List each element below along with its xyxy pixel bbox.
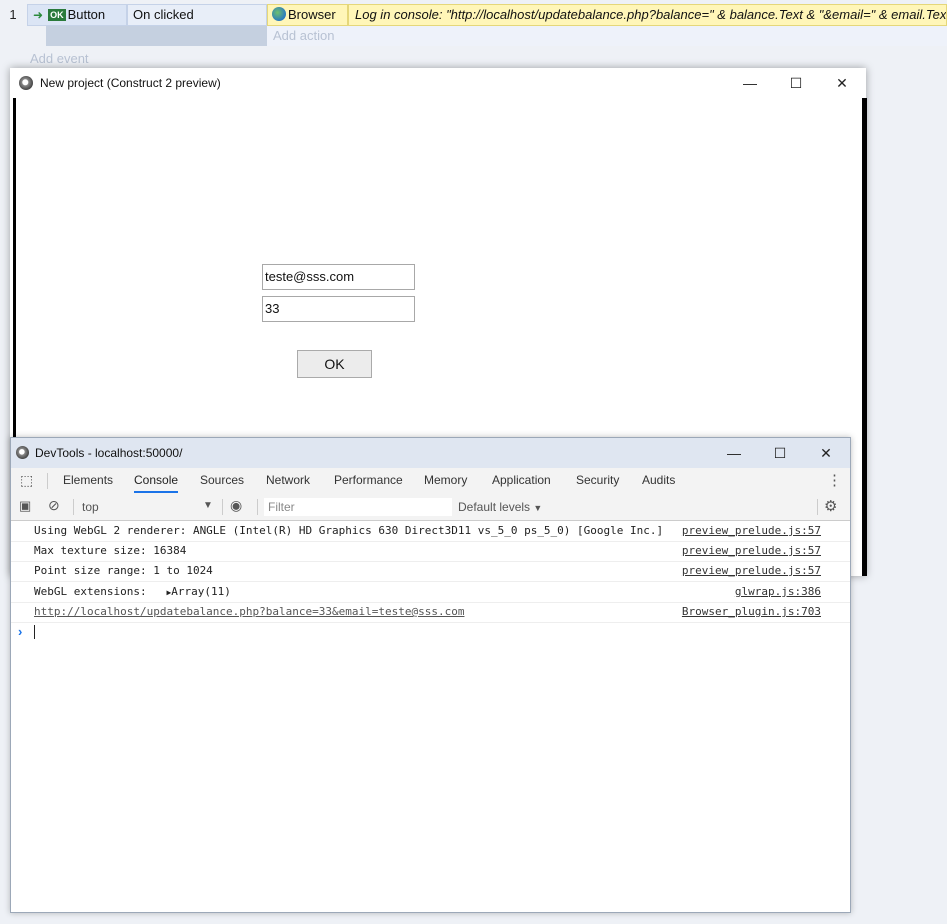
source-link[interactable]: preview_prelude.js:57 [682,561,821,581]
tab-application[interactable]: Application [492,473,551,487]
tab-network[interactable]: Network [266,473,310,487]
maximize-button[interactable]: ☐ [773,68,819,98]
tab-security[interactable]: Security [576,473,619,487]
tab-sources[interactable]: Sources [200,473,244,487]
console-row: Point size range: 1 to 1024 preview_prel… [11,561,850,582]
console-message: WebGL extensions: ▶Array(11) [34,581,231,604]
toolbar-divider [47,473,48,489]
construct-app-icon [19,76,33,90]
toolbar-divider [257,499,258,515]
inspect-element-icon[interactable]: ⬚ [20,472,33,489]
levels-dropdown[interactable]: Default levels ▼ [458,500,542,514]
tab-memory[interactable]: Memory [424,473,467,487]
devtools-maximize-button[interactable]: ☐ [757,438,803,468]
sidebar-toggle-icon[interactable]: ▣ [19,498,31,514]
ok-button[interactable]: OK [297,350,372,378]
more-options-icon[interactable]: ⋮ [827,471,842,489]
add-event-link[interactable]: Add event [30,51,89,66]
button-object-icon: OK [48,9,66,21]
context-dropdown-icon[interactable]: ▼ [203,500,213,511]
devtools-tab-bar: ⬚ Elements Console Sources Network Perfo… [11,468,850,495]
action-object-label: Browser [288,7,336,22]
console-message: Using WebGL 2 renderer: ANGLE (Intel(R) … [34,524,664,537]
toolbar-divider [73,499,74,515]
console-input-caret[interactable] [34,625,35,639]
close-button[interactable]: ✕ [819,68,865,98]
levels-dropdown-icon: ▼ [533,503,543,513]
prompt-chevron-icon: › [18,624,23,639]
tab-performance[interactable]: Performance [334,473,403,487]
balance-field[interactable]: 33 [262,296,415,322]
devtools-window: DevTools - localhost:50000/ — ☐ ✕ ⬚ Elem… [10,437,851,913]
console-toolbar: ▣ ⊘ top ▼ ◉ Filter Default levels ▼ ⚙ [11,494,850,521]
devtools-title-bar[interactable]: DevTools - localhost:50000/ — ☐ ✕ [11,438,850,468]
email-field[interactable]: teste@sss.com [262,264,415,290]
clear-console-icon[interactable]: ⊘ [48,497,60,514]
trigger-arrow-icon: ➜ [33,8,44,22]
console-row: http://localhost/updatebalance.php?balan… [11,602,850,623]
tab-elements[interactable]: Elements [63,473,113,487]
action-text[interactable]: Log in console: "http://localhost/update… [348,4,947,26]
condition-object-label: Button [67,7,106,22]
action-text-label: Log in console: "http://localhost/update… [355,7,947,22]
tab-audits[interactable]: Audits [642,473,675,487]
context-select[interactable]: top [82,500,99,514]
condition-text[interactable]: On clicked [127,4,267,26]
action-object[interactable]: Browser [267,4,348,26]
minimize-button[interactable]: — [727,68,773,98]
console-row: Using WebGL 2 renderer: ANGLE (Intel(R) … [11,521,850,542]
devtools-title: DevTools - localhost:50000/ [35,446,183,460]
levels-label: Default levels [458,500,531,514]
devtools-close-button[interactable]: ✕ [803,438,849,468]
array-object[interactable]: Array(11) [171,585,231,598]
add-action-link[interactable]: Add action [267,26,947,46]
source-link[interactable]: glwrap.js:386 [735,581,821,603]
console-message-text: WebGL extensions: [34,585,147,598]
event-number: 1 [9,7,17,22]
condition-object[interactable]: ➜ OK Button [27,4,127,26]
source-link[interactable]: preview_prelude.js:57 [682,541,821,561]
console-row: WebGL extensions: ▶Array(11) glwrap.js:3… [11,581,850,603]
devtools-minimize-button[interactable]: — [711,438,757,468]
toolbar-divider [817,499,818,515]
tab-console[interactable]: Console [134,473,179,493]
gear-icon[interactable]: ⚙ [824,497,837,515]
source-link[interactable]: Browser_plugin.js:703 [682,602,821,622]
console-message: Max texture size: 16384 [34,544,187,557]
toolbar-divider [222,499,223,515]
condition-area[interactable] [46,26,267,46]
devtools-app-icon [16,446,29,459]
filter-input[interactable]: Filter [264,498,452,516]
console-message: Point size range: 1 to 1024 [34,564,213,577]
globe-icon [272,7,286,21]
console-url-link[interactable]: http://localhost/updatebalance.php?balan… [34,602,464,622]
console-output[interactable]: Using WebGL 2 renderer: ANGLE (Intel(R) … [11,521,850,911]
preview-title: New project (Construct 2 preview) [40,76,221,90]
preview-title-bar[interactable]: New project (Construct 2 preview) — ☐ ✕ [10,68,866,98]
source-link[interactable]: preview_prelude.js:57 [682,521,821,541]
console-row: Max texture size: 16384 preview_prelude.… [11,541,850,562]
eye-icon[interactable]: ◉ [230,497,242,514]
